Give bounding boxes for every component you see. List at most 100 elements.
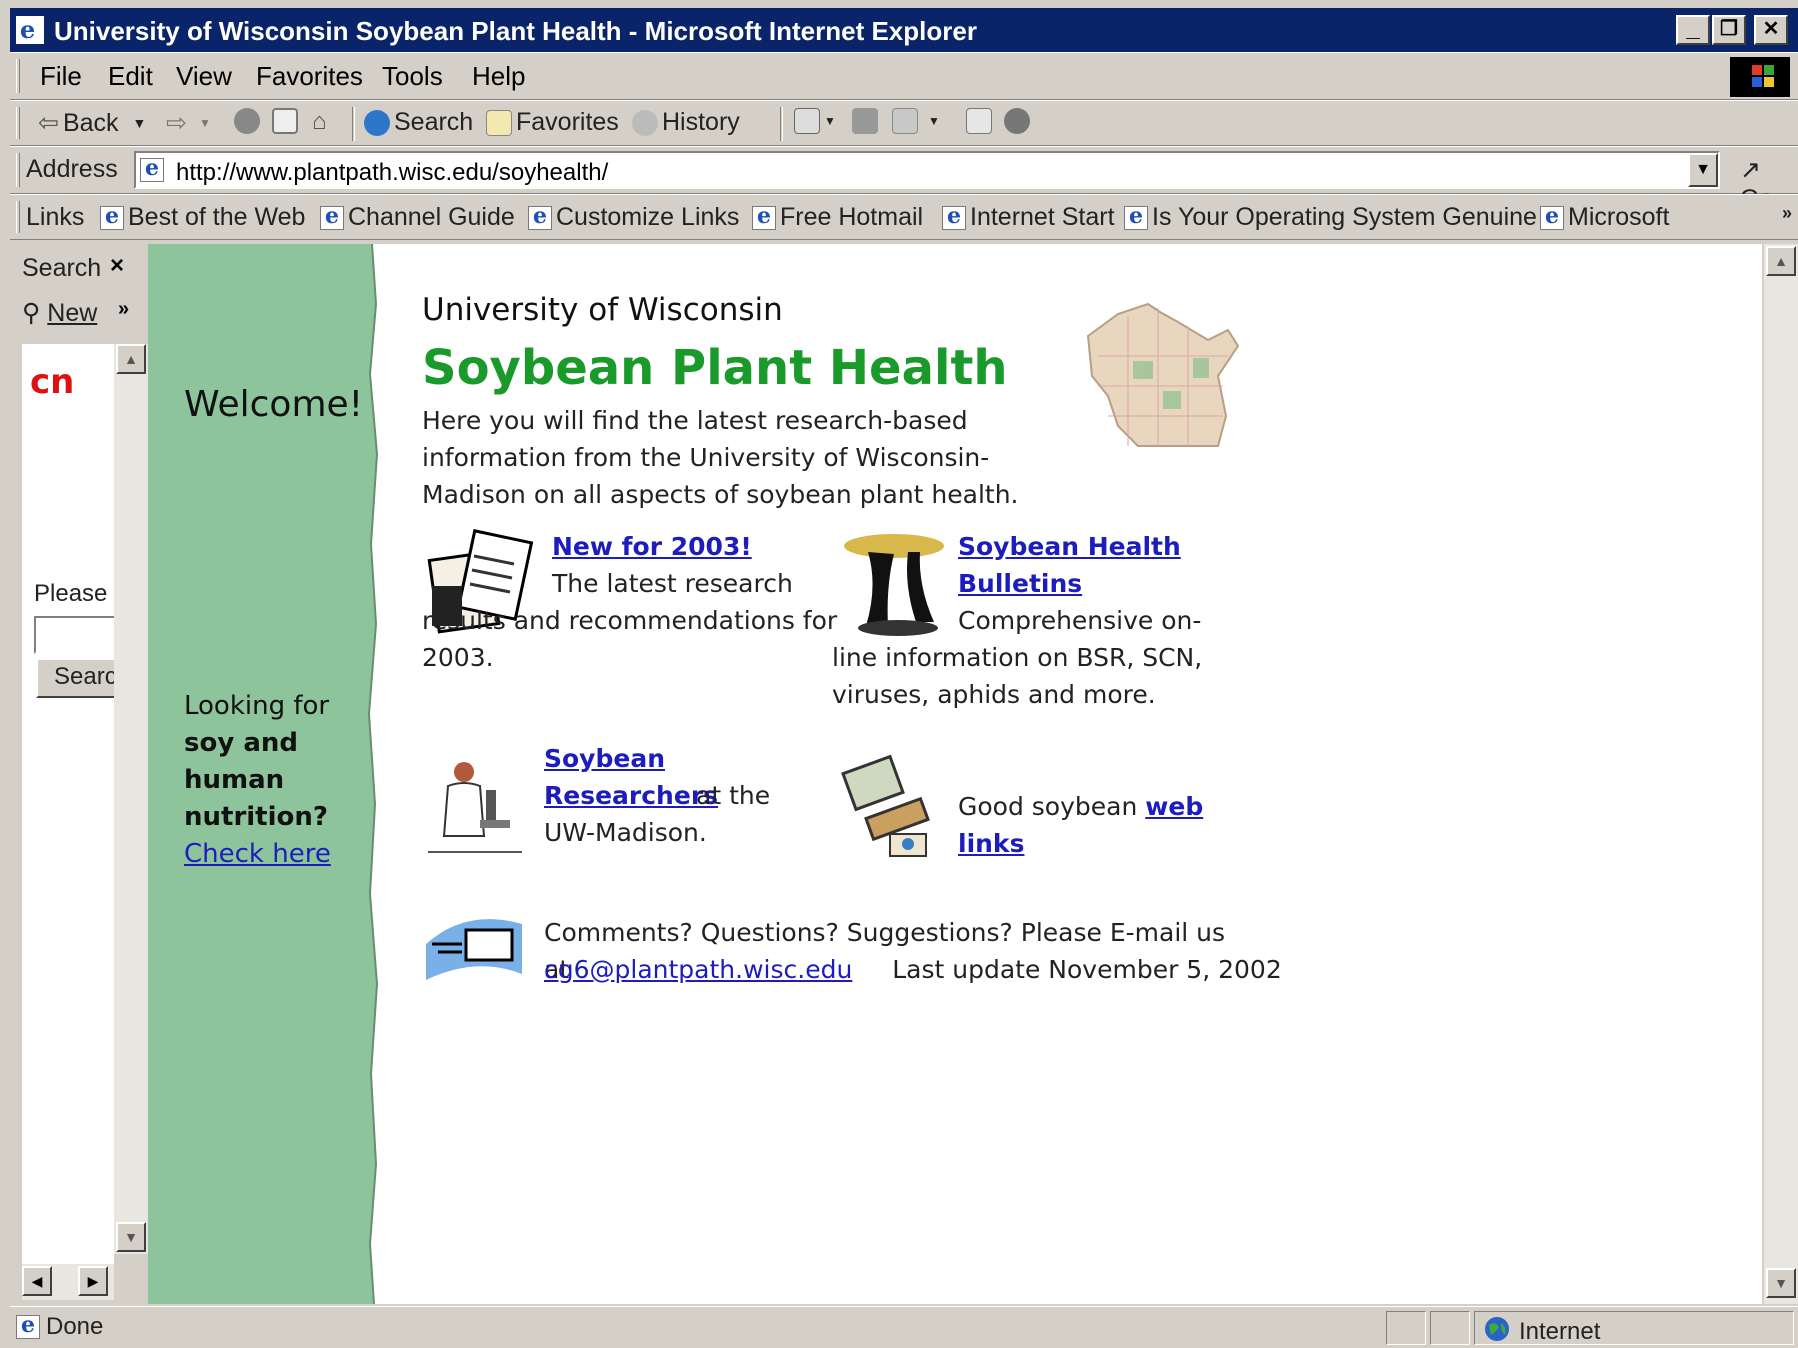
- scroll-down-icon[interactable]: ▼: [116, 1222, 146, 1252]
- scroll-right-icon[interactable]: ▶: [78, 1266, 108, 1296]
- search-pane-prompt: Please: [34, 580, 108, 607]
- standard-toolbar: ⇦ Back ▼ ⇨ ▼ ⌂ Search Favorites History: [10, 100, 1798, 146]
- search-pane-input[interactable]: [34, 616, 114, 654]
- address-grip[interactable]: [16, 153, 20, 187]
- link-label: Is Your Operating System Genuine: [1152, 203, 1537, 231]
- menu-file[interactable]: File: [40, 61, 82, 92]
- link-label: Channel Guide: [348, 203, 515, 231]
- status-bar: Done Internet: [10, 1306, 1798, 1348]
- menu-grip[interactable]: [16, 59, 20, 93]
- toolbar-separator: [352, 107, 355, 141]
- link-channel-guide[interactable]: Channel Guide: [320, 203, 515, 232]
- minimize-button[interactable]: _: [1676, 15, 1710, 45]
- favorites-icon: [486, 109, 512, 136]
- back-arrow-icon: ⇦: [38, 109, 59, 137]
- title-bar: e University of Wisconsin Soybean Plant …: [10, 8, 1798, 52]
- link-free-hotmail[interactable]: Free Hotmail: [752, 203, 923, 232]
- search-pane-horizontal-scrollbar[interactable]: ◀ ▶: [22, 1264, 114, 1300]
- address-url: http://www.plantpath.wisc.edu/soyhealth/: [176, 159, 609, 186]
- window-title: University of Wisconsin Soybean Plant He…: [54, 16, 977, 46]
- menu-view[interactable]: View: [176, 61, 232, 92]
- ie-page-icon: [1124, 203, 1148, 230]
- refresh-button[interactable]: [272, 108, 298, 134]
- favorites-label: Favorites: [516, 108, 619, 136]
- main-vertical-scrollbar[interactable]: ▲ ▼: [1764, 244, 1798, 1304]
- print-button[interactable]: [852, 108, 878, 134]
- bulletins-description: Comprehensive on-line information on BSR…: [832, 606, 1203, 709]
- menu-tools[interactable]: Tools: [382, 61, 443, 92]
- links-grip[interactable]: [16, 201, 20, 233]
- links-label: Links: [26, 203, 85, 231]
- internet-globe-icon: [1485, 1317, 1509, 1341]
- link-customize-links[interactable]: Customize Links: [528, 203, 739, 232]
- ie-logo-icon: e: [16, 16, 44, 44]
- menu-edit[interactable]: Edit: [108, 61, 153, 92]
- stop-button[interactable]: [234, 108, 260, 134]
- scroll-up-icon[interactable]: ▲: [116, 344, 146, 374]
- search-pane-submit-button[interactable]: Search: [36, 658, 114, 698]
- toolbar-grip[interactable]: [16, 107, 20, 139]
- new-search-icon: ⚲: [22, 299, 41, 327]
- links-more-chevron-icon[interactable]: »: [1782, 203, 1792, 224]
- close-button[interactable]: ✕: [1754, 15, 1788, 45]
- favorites-button[interactable]: Favorites: [486, 108, 619, 137]
- page-icon: [140, 155, 164, 182]
- print-icon: [852, 108, 878, 134]
- mail-button[interactable]: ▼: [794, 108, 836, 134]
- search-globe-icon: [364, 109, 390, 136]
- bulletins-link[interactable]: Soybean Health Bulletins: [958, 532, 1181, 598]
- search-pane-vertical-scrollbar[interactable]: ▲ ▼: [114, 344, 148, 1254]
- scroll-left-icon[interactable]: ◀: [22, 1266, 52, 1296]
- search-pane-new-button[interactable]: ⚲ New: [22, 298, 97, 328]
- menu-help[interactable]: Help: [472, 61, 525, 92]
- welcome-heading: Welcome!: [184, 384, 364, 425]
- address-input[interactable]: http://www.plantpath.wisc.edu/soyhealth/…: [134, 151, 1720, 189]
- search-pane-content: cn Please Search: [22, 344, 114, 1284]
- link-microsoft[interactable]: Microsoft: [1540, 203, 1669, 232]
- researchers-location: UW-Madison.: [544, 818, 707, 847]
- ie-page-icon: [1540, 203, 1564, 230]
- search-pane-more-icon[interactable]: »: [118, 298, 129, 321]
- discuss-button[interactable]: [966, 108, 992, 134]
- check-here-link[interactable]: Check here: [184, 839, 331, 869]
- email-link[interactable]: cg6@plantpath.wisc.edu: [544, 955, 852, 984]
- ie-page-icon: [100, 203, 124, 230]
- link-internet-start[interactable]: Internet Start: [942, 203, 1115, 232]
- new-2003-link[interactable]: New for 2003!: [552, 532, 752, 561]
- discuss-icon: [966, 108, 992, 134]
- status-page-icon: [16, 1312, 40, 1339]
- cnet-logo: cn: [30, 362, 75, 402]
- researchers-link[interactable]: Soybean Researchers: [544, 740, 718, 814]
- computer-web-icon: [841, 754, 930, 857]
- history-icon: [632, 109, 658, 136]
- back-button[interactable]: ⇦ Back ▼: [38, 108, 146, 138]
- page-content: Welcome! Looking for soy and human nutri…: [148, 244, 1762, 1304]
- status-cell: [1430, 1311, 1470, 1345]
- search-button[interactable]: Search: [364, 108, 473, 137]
- search-pane-close-icon[interactable]: ×: [110, 252, 124, 280]
- menu-favorites[interactable]: Favorites: [256, 61, 363, 92]
- restore-button[interactable]: ❐: [1712, 15, 1746, 45]
- stop-icon: [234, 108, 260, 134]
- history-button[interactable]: History: [632, 108, 740, 137]
- address-dropdown-button[interactable]: ▼: [1688, 153, 1718, 187]
- main-scroll-up-icon[interactable]: ▲: [1766, 246, 1796, 276]
- page-title: Soybean Plant Health: [422, 340, 1008, 396]
- new-label: New: [47, 299, 98, 327]
- forward-button[interactable]: ⇨ ▼: [166, 108, 211, 138]
- status-text: Done: [46, 1313, 104, 1340]
- link-os-genuine[interactable]: Is Your Operating System Genuine: [1124, 203, 1537, 232]
- status-cell: [1386, 1311, 1426, 1345]
- links-bar: Links Best of the Web Channel Guide Cust…: [10, 194, 1798, 240]
- new-2003-description: The latest research results and recommen…: [422, 569, 838, 672]
- messenger-button[interactable]: [1004, 108, 1030, 134]
- home-button[interactable]: ⌂: [312, 108, 327, 136]
- main-scroll-down-icon[interactable]: ▼: [1766, 1268, 1796, 1298]
- home-icon: ⌂: [312, 108, 327, 135]
- go-arrow-icon: ↗: [1740, 156, 1761, 184]
- search-pane-title: Search: [22, 254, 102, 282]
- edit-button[interactable]: ▼: [892, 108, 940, 134]
- browser-window: e University of Wisconsin Soybean Plant …: [0, 0, 1798, 1348]
- link-label: Customize Links: [556, 203, 740, 231]
- link-best-of-web[interactable]: Best of the Web: [100, 203, 305, 232]
